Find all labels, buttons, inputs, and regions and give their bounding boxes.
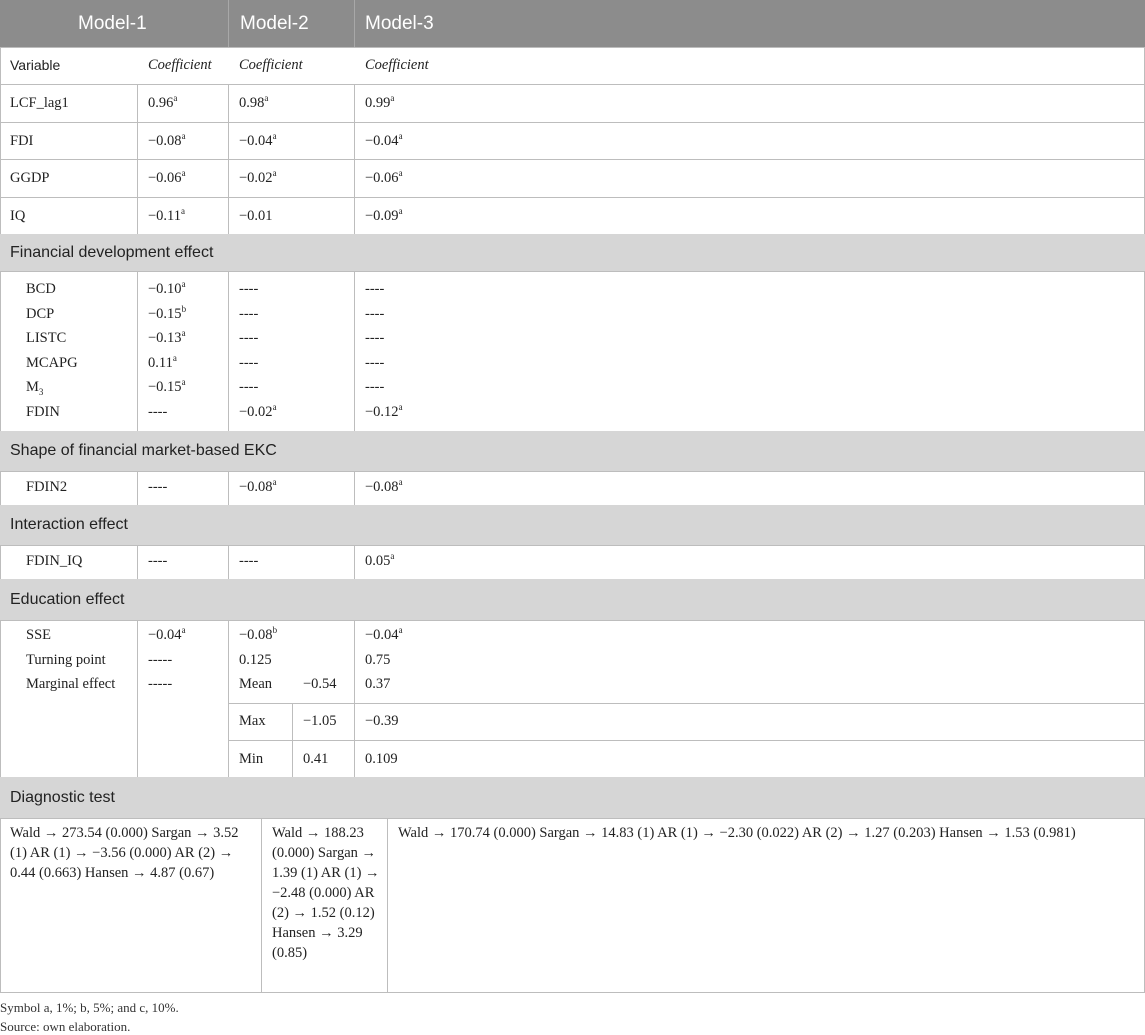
section-education: Education effect [0, 579, 1145, 620]
section-financial-development: Financial development effect [0, 234, 1145, 271]
row-mean-m2: −0.54 [303, 676, 337, 692]
footnote-source: Source: own elaboration. [0, 1019, 131, 1034]
row-fdin2-m1: ---- [148, 479, 168, 495]
table-row-m2: −0.04a [239, 130, 277, 149]
table-row-m3: −0.04a [365, 130, 403, 149]
row-fdin2-m3: −0.08a [365, 477, 403, 495]
table-header [0, 0, 1145, 47]
list-item-m2: ---- [239, 281, 259, 297]
section-interaction: Interaction effect [0, 505, 1145, 545]
table-row-m1: −0.11a [148, 205, 186, 224]
row-sse-m1: −0.04a [148, 625, 186, 643]
list-item-m2: −0.02a [239, 402, 277, 420]
list-item-m3: ---- [365, 305, 385, 322]
list-item-m2: ---- [239, 379, 259, 396]
table-row-m1: −0.06a [148, 168, 186, 186]
table-row-label: IQ [10, 207, 26, 224]
table-row-m3: 0.99a [365, 93, 395, 111]
table-row-m2: 0.98a [239, 93, 269, 111]
table-row-m1: 0.96a [148, 93, 178, 111]
list-item-m1: −0.15b [148, 303, 187, 322]
list-item-label: MCAPG [26, 354, 78, 371]
section-diagnostic: Diagnostic test [0, 777, 1145, 818]
row-fdin-iq-m3: 0.05a [365, 551, 395, 569]
list-item-m3: −0.12a [365, 402, 403, 420]
header-model-1: Model-1 [78, 13, 147, 34]
list-item-m3: ---- [365, 330, 385, 347]
row-fdin-iq-label: FDIN_IQ [26, 553, 83, 569]
table-row-label: LCF_lag1 [10, 95, 69, 111]
table-row-label: FDI [10, 132, 34, 149]
row-fdin-iq-m1: ---- [148, 553, 168, 569]
table-row-m3: −0.09a [365, 205, 403, 224]
list-item-label: LISTC [26, 330, 67, 347]
list-item-m1: 0.11a [148, 352, 177, 371]
table-row-m3: −0.06a [365, 168, 403, 186]
table-row-m1: −0.08a [148, 130, 186, 149]
header-model-3: Model-3 [365, 13, 434, 34]
list-item-label: DCP [26, 305, 55, 322]
list-item-m1: −0.10a [148, 279, 186, 297]
table-row-label: GGDP [10, 170, 50, 186]
row-marginal-effect-label: Marginal effect [26, 676, 116, 692]
list-item-m3: ---- [365, 354, 385, 371]
diagnostic-model-2: Wald → 188.23 (0.000) Sargan → 1.39 (1) … [272, 825, 380, 961]
list-item-m2: ---- [239, 330, 259, 347]
coefficient-header-2: Coefficient [239, 57, 303, 73]
list-item-label: M3 [26, 379, 44, 398]
list-item-m1: ---- [148, 404, 168, 420]
list-item-m1: −0.13a [148, 328, 186, 347]
row-fdin2-label: FDIN2 [26, 479, 68, 495]
row-turning-point-m3: 0.75 [365, 652, 391, 668]
diagnostic-model-1: Wald → 273.54 (0.000) Sargan → 3.52 (1) … [10, 825, 239, 881]
diagnostic-model-3: Wald → 170.74 (0.000) Sargan → 14.83 (1)… [398, 825, 1076, 841]
list-item-m2: ---- [239, 305, 259, 322]
table-row-m2: −0.01 [239, 207, 273, 224]
coefficient-header-3: Coefficient [365, 57, 429, 73]
row-marginal-effect-m1: ----- [148, 676, 173, 692]
row-mean-m3: 0.37 [365, 676, 391, 692]
row-fdin-iq-m2: ---- [239, 553, 259, 569]
list-item-m1: −0.15a [148, 377, 186, 396]
section-shape-ekc: Shape of financial market-based EKC [0, 431, 1145, 471]
list-item-label: BCD [26, 281, 56, 297]
row-min-label: Min [239, 751, 264, 767]
table-row-m2: −0.02a [239, 168, 277, 186]
row-sse-label: SSE [26, 627, 51, 643]
footnote-symbols: Symbol a, 1%; b, 5%; and c, 10%. [0, 1000, 179, 1015]
row-sse-m3: −0.04a [365, 625, 403, 643]
row-max-label: Max [239, 713, 266, 729]
list-item-m3: ---- [365, 379, 385, 396]
row-max-m3: −0.39 [365, 713, 399, 729]
row-turning-point-m1: ----- [148, 652, 173, 668]
list-item-label: FDIN [26, 404, 60, 420]
list-item-m3: ---- [365, 281, 385, 297]
row-turning-point-label: Turning point [26, 652, 106, 668]
row-min-m3: 0.109 [365, 751, 398, 767]
row-min-m2: 0.41 [303, 751, 329, 767]
list-item-m2: ---- [239, 354, 259, 371]
coefficient-header-1: Coefficient [148, 57, 212, 73]
row-mean-label: Mean [239, 676, 273, 692]
row-turning-point-m2: 0.125 [239, 652, 272, 668]
row-sse-m2: −0.08b [239, 625, 278, 643]
row-fdin2-m2: −0.08a [239, 477, 277, 495]
variable-column-header: Variable [10, 57, 61, 73]
row-max-m2: −1.05 [303, 713, 337, 729]
header-model-2: Model-2 [240, 13, 309, 34]
